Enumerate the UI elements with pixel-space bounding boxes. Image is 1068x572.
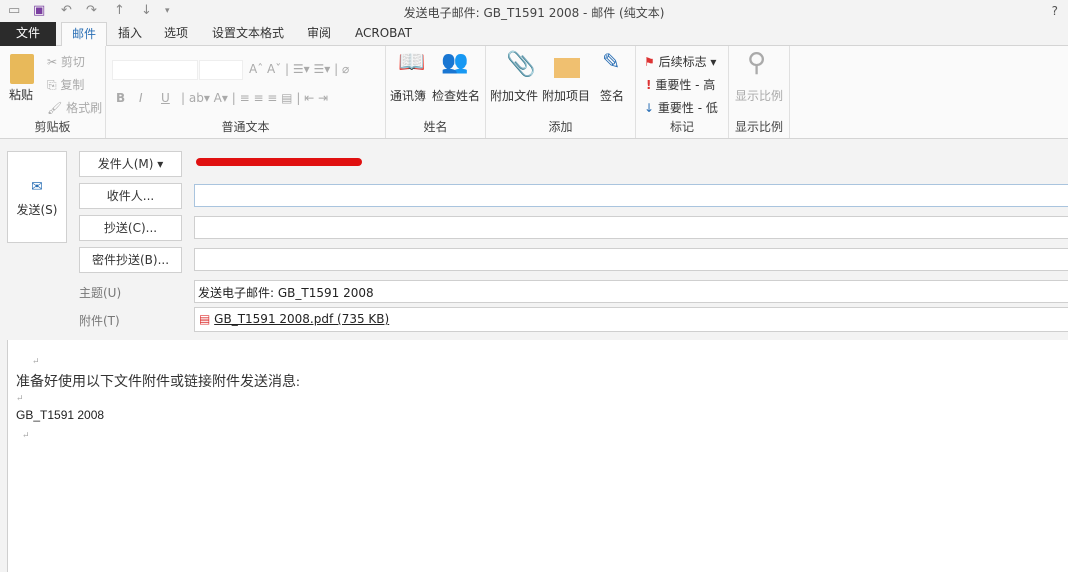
- copy-button[interactable]: ⎘ 复制: [47, 76, 84, 93]
- attach-item-icon: [554, 58, 580, 78]
- paragraph-mark: ↵: [32, 356, 40, 366]
- attach-item-button[interactable]: 附加项目: [542, 87, 590, 104]
- tab-format-text[interactable]: 设置文本格式: [202, 22, 294, 46]
- paperclip-icon: 📎: [506, 50, 536, 78]
- attachment-link[interactable]: GB_T1591 2008.pdf (735 KB): [214, 312, 389, 326]
- paragraph-mark: ↵: [22, 430, 30, 440]
- copy-label: 复制: [60, 78, 85, 92]
- group-label: 姓名: [423, 120, 448, 134]
- pdf-icon: ▤: [199, 312, 211, 326]
- cc-button[interactable]: 抄送(C)...: [79, 215, 182, 241]
- group-include: 📎 ✎ 附加文件 附加项目 签名 添加: [486, 46, 636, 138]
- cut-label: 剪切: [60, 55, 85, 69]
- cut-button[interactable]: ✂ 剪切: [47, 53, 85, 70]
- group-zoom: ⚲ 显示比例 显示比例: [729, 46, 790, 138]
- group-names: 📖 👥 通讯簿 检查姓名 姓名: [386, 46, 486, 138]
- follow-up-label: 后续标志: [658, 55, 707, 69]
- signature-icon: ✎: [602, 50, 621, 75]
- font-name-select[interactable]: [112, 60, 198, 80]
- flag-icon: ⚑: [644, 55, 655, 69]
- grow-shrink-font-icons[interactable]: Aˆ Aˇ | ☰▾ ☰▾ | ⌀: [249, 62, 349, 76]
- address-book-button[interactable]: 通讯簿: [390, 87, 426, 104]
- message-body[interactable]: ↵ 准备好使用以下文件附件或链接附件发送消息: ↵ GB_T1591 2008 …: [7, 340, 1068, 572]
- high-importance-button[interactable]: ! 重要性 - 高: [646, 76, 715, 93]
- zoom-button[interactable]: 显示比例: [735, 87, 783, 104]
- follow-up-button[interactable]: ⚑ 后续标志 ▾: [644, 53, 716, 70]
- tab-review[interactable]: 审阅: [297, 22, 341, 46]
- format-painter-label: 格式刷: [66, 101, 103, 115]
- ribbon: 粘贴 ✂ 剪切 ⎘ 复制 🖌 格式刷 剪贴板 Aˆ Aˇ | ☰▾ ☰▾ | ⌀…: [0, 46, 1068, 139]
- tab-file[interactable]: 文件: [0, 22, 56, 46]
- help-button[interactable]: ?: [1052, 4, 1058, 18]
- group-label: 标记: [669, 120, 694, 134]
- underline-button[interactable]: U: [161, 91, 170, 105]
- paste-button[interactable]: 粘贴: [9, 86, 33, 103]
- magnifier-icon: ⚲: [747, 48, 767, 78]
- bcc-input[interactable]: [194, 248, 1068, 271]
- tab-acrobat[interactable]: ACROBAT: [345, 22, 422, 46]
- envelope-icon: ✉: [31, 179, 43, 195]
- group-label: 普通文本: [221, 120, 270, 134]
- ribbon-tabs: 文件 邮件 插入 选项 设置文本格式 审阅 ACROBAT: [0, 22, 1068, 47]
- low-importance-label: 重要性 - 低: [657, 101, 718, 115]
- group-basic-text: Aˆ Aˇ | ☰▾ ☰▾ | ⌀ B I U | ab▾ A▾ | ≡ ≡ ≡…: [106, 46, 386, 138]
- send-button[interactable]: ✉ 发送(S): [7, 151, 67, 243]
- low-importance-button[interactable]: ↓ 重要性 - 低: [644, 99, 718, 116]
- send-label: 发送(S): [16, 203, 58, 217]
- from-button[interactable]: 发件人(M) ▾: [79, 151, 182, 177]
- high-importance-label: 重要性 - 高: [655, 78, 716, 92]
- check-names-button[interactable]: 检查姓名: [432, 87, 480, 104]
- bold-button[interactable]: B: [116, 91, 125, 105]
- from-label: 发件人(M): [97, 157, 154, 171]
- group-label: 显示比例: [734, 120, 783, 134]
- signature-button[interactable]: 签名: [600, 87, 624, 104]
- redacted-sender: [196, 158, 362, 166]
- window-title: 发送电子邮件: GB_T1591 2008 - 邮件 (纯文本): [403, 6, 665, 20]
- paste-icon: [10, 54, 34, 84]
- group-tags: ⚑ 后续标志 ▾ ! 重要性 - 高 ↓ 重要性 - 低 标记: [636, 46, 729, 138]
- group-label: 添加: [548, 120, 573, 134]
- cc-input[interactable]: [194, 216, 1068, 239]
- group-label: 剪贴板: [34, 120, 71, 134]
- group-clipboard: 粘贴 ✂ 剪切 ⎘ 复制 🖌 格式刷 剪贴板: [0, 46, 106, 138]
- align-indent-icons[interactable]: | ab▾ A▾ | ≡ ≡ ≡ ▤ | ⇤ ⇥: [181, 91, 328, 105]
- paragraph-mark: ↵: [16, 393, 24, 403]
- to-input[interactable]: [194, 184, 1068, 207]
- subject-input[interactable]: 发送电子邮件: GB_T1591 2008: [194, 280, 1068, 303]
- attached-label: 附件(T): [79, 314, 120, 328]
- body-line-1: 准备好使用以下文件附件或链接附件发送消息:: [16, 375, 300, 390]
- to-button[interactable]: 收件人...: [79, 183, 182, 209]
- check-names-icon: 👥: [441, 50, 469, 75]
- tab-insert[interactable]: 插入: [108, 22, 152, 46]
- body-line-2: GB_T1591 2008: [16, 408, 105, 422]
- format-painter-button[interactable]: 🖌 格式刷: [47, 99, 102, 116]
- down-arrow-icon: ↓: [644, 101, 655, 115]
- tab-options[interactable]: 选项: [154, 22, 198, 46]
- exclamation-icon: !: [646, 78, 652, 92]
- attach-file-button[interactable]: 附加文件: [490, 87, 538, 104]
- attachment-field[interactable]: ▤ GB_T1591 2008.pdf (735 KB): [194, 307, 1068, 332]
- subject-label: 主题(U): [79, 286, 122, 300]
- italic-button[interactable]: I: [139, 91, 143, 105]
- bcc-button[interactable]: 密件抄送(B)...: [79, 247, 182, 273]
- address-book-icon: 📖: [398, 50, 426, 75]
- tab-message[interactable]: 邮件: [61, 22, 108, 47]
- font-size-select[interactable]: [199, 60, 243, 80]
- title-bar: ▭ ▣ ↶ ↷ ↑ ↓ ▾ 发送电子邮件: GB_T1591 2008 - 邮件…: [0, 0, 1068, 22]
